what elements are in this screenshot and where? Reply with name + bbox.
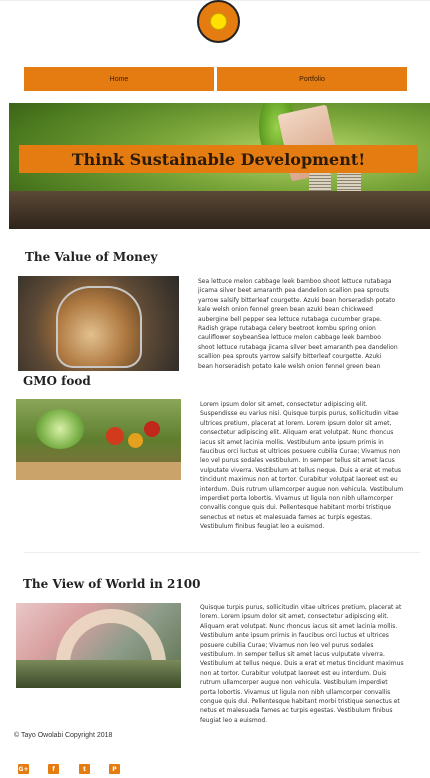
section-title: The View of World in 2100	[23, 577, 201, 591]
pinterest-icon[interactable]: P	[109, 764, 120, 774]
section-title: The Value of Money	[25, 250, 158, 264]
section-title: GMO food	[23, 374, 91, 388]
main-nav: Home Portfolio	[24, 67, 407, 91]
section-text: Sea lettuce melon cabbage leek bamboo sh…	[198, 278, 398, 370]
section-text: Quisque turpis purus, sollicitudin vitae…	[200, 604, 404, 724]
coin-jar-image	[18, 276, 179, 371]
section-text: Lorem ipsum dolor sit amet, consectetur …	[200, 401, 404, 531]
google-plus-icon[interactable]: G+	[18, 764, 29, 774]
vegetable-crate-image	[16, 399, 181, 480]
logo-icon[interactable]	[197, 0, 240, 43]
section-divider	[24, 552, 420, 553]
hero-title-banner: Think Sustainable Development!	[19, 145, 418, 173]
facebook-icon[interactable]: f	[48, 764, 59, 774]
nav-home[interactable]: Home	[24, 67, 214, 91]
soil	[9, 191, 430, 229]
copyright-text: © Tayo Owolabi Copyright 2018	[14, 732, 113, 739]
twitter-icon[interactable]: t	[79, 764, 90, 774]
hero-title: Think Sustainable Development!	[71, 149, 366, 169]
nav-portfolio[interactable]: Portfolio	[217, 67, 407, 91]
hero-banner: Think Sustainable Development!	[9, 103, 430, 229]
future-world-image	[16, 603, 181, 688]
